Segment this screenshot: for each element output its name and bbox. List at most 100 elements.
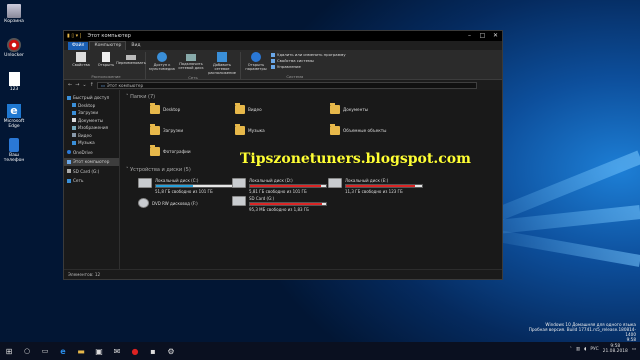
start-button[interactable]: ⊞ [0, 342, 18, 360]
drive-item[interactable]: Локальный диск (D:) 5,81 ГБ свободно из … [232, 178, 327, 194]
desktop-icon-label: 123 [9, 87, 19, 92]
status-bar: Элементов: 12 [64, 269, 502, 279]
tab-view[interactable]: Вид [127, 42, 144, 50]
language-indicator[interactable]: РУС [590, 347, 598, 352]
taskbar-edge[interactable]: e [54, 342, 72, 360]
taskbar-explorer[interactable]: ▬ [72, 342, 90, 360]
folder-icon [150, 145, 160, 156]
nav-item-desktop[interactable]: Desktop [64, 102, 119, 110]
explorer-body: Быстрый доступ Desktop Загрузки Документ… [64, 90, 502, 270]
desktop-icon-file[interactable]: 123 [3, 72, 25, 92]
folder-item[interactable]: Видео [235, 103, 262, 114]
nav-item-onedrive[interactable]: OneDrive [64, 149, 119, 157]
volume-icon[interactable]: ◖ [584, 347, 586, 352]
drive-usage-bar [249, 184, 327, 188]
system-properties-button[interactable]: Свойства системы [271, 58, 346, 63]
media-access-button[interactable]: Доступ к мультимедиа [149, 52, 175, 75]
folder-item[interactable]: Загрузки [150, 124, 183, 135]
nav-item-network[interactable]: Сеть [64, 177, 119, 185]
taskbar-unlocker[interactable]: ● [126, 342, 144, 360]
search-button[interactable]: ○ [18, 342, 36, 360]
computer-icon: ▭ [100, 82, 105, 88]
properties-button[interactable]: Свойства [70, 52, 92, 74]
back-icon[interactable]: ← [68, 82, 72, 88]
document-icon [72, 118, 76, 123]
desktop-icon-edge[interactable]: e Microsoft Edge [3, 104, 25, 129]
desktop-icon-phone[interactable]: Ваш телефон [3, 138, 25, 163]
programs-icon [271, 52, 275, 57]
ribbon: Свойства Открыть Переименовать Расположе… [64, 50, 502, 80]
open-settings-button[interactable]: Открыть параметры [244, 52, 268, 74]
notifications-icon[interactable]: ▭ [632, 347, 636, 352]
drive-icon [138, 178, 152, 188]
task-view-button[interactable]: ▭ [36, 342, 54, 360]
drives-header[interactable]: ˅ Устройства и диски (5) [126, 167, 191, 173]
clock[interactable]: 9:58 21.08.2018 [603, 344, 628, 354]
taskbar-settings[interactable]: ⚙ [162, 342, 180, 360]
nav-item-this-pc[interactable]: Этот компьютер [64, 158, 119, 166]
navigation-pane: Быстрый доступ Desktop Загрузки Документ… [64, 90, 120, 270]
add-network-location-button[interactable]: Добавить сетевое расположение [207, 52, 237, 75]
cloud-icon [67, 150, 71, 155]
desktop-icon-unlocker[interactable]: Unlocker [3, 38, 25, 58]
address-input[interactable]: ▭ Этот компьютер [96, 81, 477, 89]
nav-item-music[interactable]: Музыка [64, 139, 119, 147]
chevron-up-icon[interactable]: ˄ [570, 347, 572, 352]
forward-icon[interactable]: → [75, 82, 79, 88]
drive-usage-bar [155, 184, 233, 188]
address-bar-row: ← → ⌄ ↑ ▭ Этот компьютер [64, 80, 502, 90]
task-view-icon: ▭ [41, 347, 49, 355]
drive-name: DVD RW дисковод (F:) [152, 200, 198, 206]
drive-item[interactable]: Локальный диск (E:) 11,3 ГБ свободно из … [328, 178, 423, 194]
network-icon[interactable]: ▥ [576, 347, 580, 352]
system-icon [271, 58, 275, 63]
close-button[interactable]: ✕ [489, 31, 502, 41]
drive-name: Локальный диск (D:) [249, 178, 293, 183]
drive-item[interactable]: DVD RW дисковод (F:) [138, 198, 198, 208]
folder-item[interactable]: Документы [330, 103, 368, 114]
nav-item-documents[interactable]: Документы [64, 117, 119, 125]
minimize-button[interactable]: – [463, 31, 476, 41]
computer-icon [67, 159, 71, 164]
manage-button[interactable]: Управление [271, 64, 346, 69]
rename-icon [126, 55, 136, 60]
title-bar[interactable]: ▮ ▯ ▾ | Этот компьютер – □ ✕ [64, 31, 502, 41]
folder-item[interactable]: Объемные объекты [330, 124, 386, 135]
open-button[interactable]: Открыть [95, 52, 117, 74]
chevron-down-icon[interactable]: ⌄ [82, 82, 86, 88]
store-icon: ▣ [95, 346, 103, 356]
desktop-icon-recycle-bin[interactable]: Корзина [3, 4, 25, 24]
folder-icon: ▬ [77, 346, 85, 356]
folder-item[interactable]: Музыка [235, 124, 265, 135]
taskbar-store[interactable]: ▣ [90, 342, 108, 360]
tab-file[interactable]: Файл [68, 42, 89, 50]
rename-button[interactable]: Переименовать [116, 52, 146, 74]
nav-item-downloads[interactable]: Загрузки [64, 109, 119, 117]
drive-item[interactable]: SD Card (G:) 95,3 МБ свободно из 1,83 ГБ [232, 196, 327, 212]
ribbon-group-network: Доступ к мультимедиа Подключить сетевой … [146, 52, 241, 80]
nav-item-videos[interactable]: Видео [64, 132, 119, 140]
windows-icon: ⊞ [5, 346, 13, 356]
clock-date: 21.08.2018 [602, 349, 628, 354]
taskbar-app[interactable]: ▪ [144, 342, 162, 360]
music-icon [72, 140, 76, 145]
folder-icon [150, 103, 160, 114]
folder-item[interactable]: Desktop [150, 103, 180, 114]
taskbar-mail[interactable]: ✉ [108, 342, 126, 360]
folders-header[interactable]: ˅ Папки (7) [126, 94, 155, 100]
nav-item-quick-access[interactable]: Быстрый доступ [64, 94, 119, 102]
drive-usage-bar [345, 184, 423, 188]
nav-item-sd-card[interactable]: SD Card (G:) [64, 168, 119, 176]
folder-icon [235, 124, 245, 135]
tab-computer[interactable]: Компьютер [89, 41, 127, 50]
up-icon[interactable]: ↑ [90, 82, 94, 88]
drive-item[interactable]: Локальный диск (C:) 51,8 ГБ свободно из … [138, 178, 233, 194]
desktop-icon-label: Microsoft Edge [3, 119, 25, 129]
picture-icon [72, 125, 76, 130]
folder-item[interactable]: Фотографии [150, 145, 191, 156]
dvd-drive-icon [138, 198, 149, 208]
maximize-button[interactable]: □ [476, 31, 489, 41]
map-network-drive-button[interactable]: Подключить сетевой диск [178, 52, 204, 75]
uninstall-program-button[interactable]: Удалить или изменить программу [271, 52, 346, 57]
nav-item-pictures[interactable]: Изображения [64, 124, 119, 132]
